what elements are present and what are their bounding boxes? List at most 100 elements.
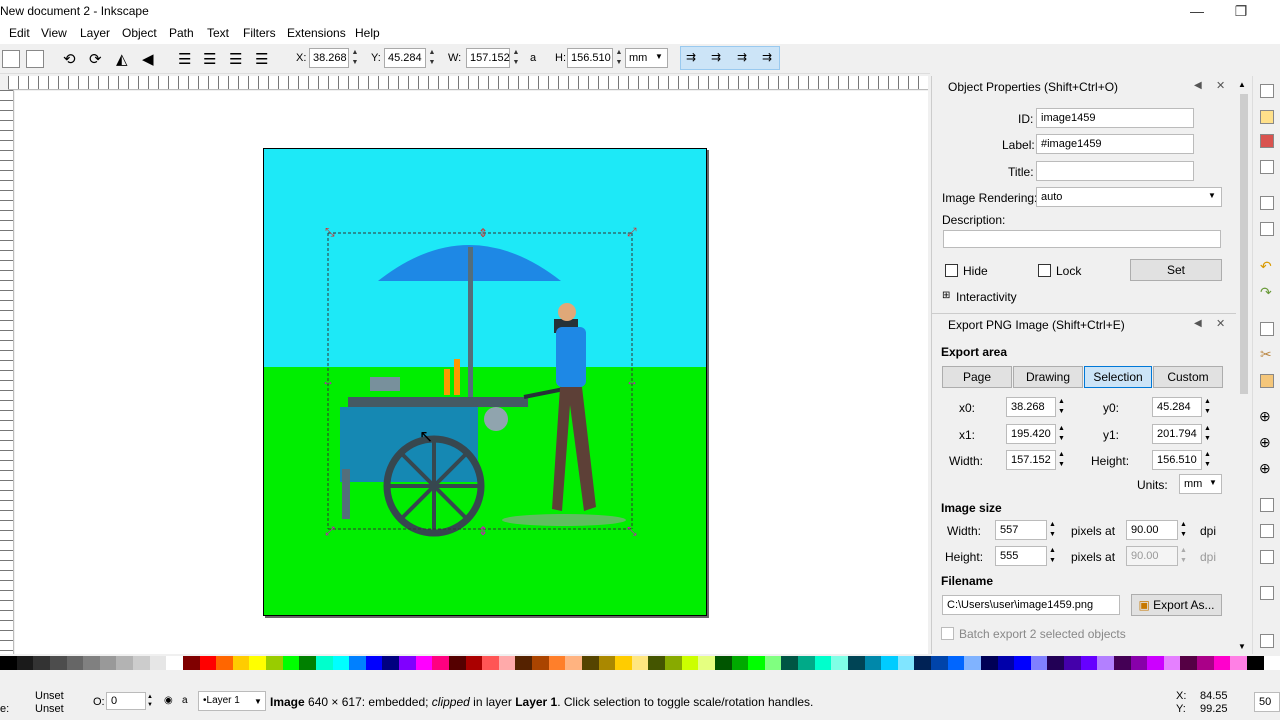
vertical-ruler[interactable] xyxy=(0,90,14,654)
palette-swatch[interactable] xyxy=(532,656,549,670)
menu-edit[interactable]: Edit xyxy=(9,26,30,40)
palette-swatch[interactable] xyxy=(1180,656,1197,670)
save-icon[interactable] xyxy=(1260,134,1274,148)
palette-swatch[interactable] xyxy=(232,656,250,670)
undo-icon[interactable]: ↶ xyxy=(1260,258,1272,275)
palette-swatch[interactable] xyxy=(881,656,898,670)
palette-swatch[interactable] xyxy=(1213,656,1231,670)
height-stepper[interactable]: ▲ ▼ xyxy=(1204,450,1211,470)
redo-icon[interactable]: ↷ xyxy=(1260,284,1272,301)
palette-swatch[interactable] xyxy=(382,656,399,670)
palette-swatch[interactable] xyxy=(1064,656,1081,670)
img-width-stepper[interactable]: ▲ ▼ xyxy=(1049,520,1056,540)
rotate-cw-icon[interactable]: ⟳ xyxy=(89,50,102,68)
x0-input[interactable]: 38.268 xyxy=(1006,397,1056,417)
image-rendering-select[interactable]: auto xyxy=(1036,187,1222,207)
palette-swatch[interactable] xyxy=(764,656,782,670)
interactivity-expander[interactable]: Interactivity xyxy=(956,290,1017,304)
dpi-stepper[interactable]: ▲ ▼ xyxy=(1180,520,1187,540)
scale-corners-icon[interactable]: ⇉ xyxy=(711,50,721,64)
palette-swatch[interactable] xyxy=(598,656,616,670)
palette-swatch[interactable] xyxy=(798,656,815,670)
hide-checkbox[interactable] xyxy=(945,264,958,277)
palette-swatch[interactable] xyxy=(399,656,416,670)
lock-icon[interactable]: a xyxy=(182,695,188,706)
width-input[interactable]: 157.152 xyxy=(1006,450,1056,470)
palette-swatch[interactable] xyxy=(648,656,665,670)
eye-icon[interactable]: ◉ xyxy=(164,695,173,706)
palette-swatch[interactable] xyxy=(216,656,233,670)
palette-swatch[interactable] xyxy=(731,656,749,670)
img-height-stepper[interactable]: ▲ ▼ xyxy=(1049,546,1056,566)
panel-collapse-icon[interactable]: ◀ xyxy=(1194,80,1202,91)
description-field[interactable] xyxy=(943,230,1221,248)
palette-swatch[interactable] xyxy=(515,656,532,670)
palette-swatch[interactable] xyxy=(1047,656,1064,670)
palette-swatch[interactable] xyxy=(631,656,649,670)
y1-input[interactable]: 201.794 xyxy=(1152,424,1202,444)
palette-swatch[interactable] xyxy=(0,656,17,670)
menu-path[interactable]: Path xyxy=(169,26,194,40)
palette-swatch[interactable] xyxy=(482,656,499,670)
scale-stroke-icon[interactable]: ⇉ xyxy=(686,50,696,64)
palette-swatch[interactable] xyxy=(1246,656,1264,670)
palette-swatch[interactable] xyxy=(16,656,34,670)
opacity-input[interactable]: 0 xyxy=(106,692,146,710)
palette-swatch[interactable] xyxy=(33,656,50,670)
palette-swatch[interactable] xyxy=(182,656,200,670)
menu-layer[interactable]: Layer xyxy=(80,26,110,40)
palette-swatch[interactable] xyxy=(116,656,133,670)
palette-swatch[interactable] xyxy=(133,656,150,670)
palette-swatch[interactable] xyxy=(498,656,516,670)
palette-swatch[interactable] xyxy=(1163,656,1181,670)
palette-swatch[interactable] xyxy=(665,656,682,670)
palette-swatch[interactable] xyxy=(83,656,100,670)
palette-swatch[interactable] xyxy=(681,656,699,670)
move-patterns-icon[interactable]: ⇉ xyxy=(762,50,772,64)
palette-swatch[interactable] xyxy=(864,656,882,670)
palette-swatch[interactable] xyxy=(349,656,366,670)
palette-swatch[interactable] xyxy=(49,656,67,670)
export-as-button[interactable]: ▣ Export As... xyxy=(1131,594,1222,616)
menu-text[interactable]: Text xyxy=(207,26,229,40)
scroll-thumb[interactable] xyxy=(1240,94,1248,394)
rotate-ccw-icon[interactable]: ⟲ xyxy=(63,50,76,68)
zoom-input[interactable]: 50 xyxy=(1254,692,1280,712)
unlink-clone-icon[interactable] xyxy=(1260,550,1274,564)
color-palette[interactable] xyxy=(0,656,1280,670)
palette-swatch[interactable] xyxy=(1230,656,1247,670)
palette-swatch[interactable] xyxy=(432,656,449,670)
palette-swatch[interactable] xyxy=(814,656,832,670)
y-input[interactable]: 45.284 xyxy=(384,48,426,68)
page[interactable]: ⤡ ⇕ ⤢ ↔ ↔ ⤢ ⇕ ⤡ xyxy=(263,148,707,616)
palette-swatch[interactable] xyxy=(448,656,466,670)
y1-stepper[interactable]: ▲ ▼ xyxy=(1204,424,1211,444)
maximize-button[interactable]: ❐ xyxy=(1218,0,1264,24)
palette-swatch[interactable] xyxy=(465,656,483,670)
flip-vertical-icon[interactable]: ◀ xyxy=(142,50,154,68)
palette-swatch[interactable] xyxy=(914,656,931,670)
palette-swatch[interactable] xyxy=(299,656,316,670)
palette-swatch[interactable] xyxy=(581,656,599,670)
palette-swatch[interactable] xyxy=(249,656,266,670)
w-input[interactable]: 157.152 xyxy=(466,48,510,68)
open-folder-icon[interactable] xyxy=(1260,110,1274,124)
zoom-drawing-icon[interactable]: ⊕ xyxy=(1259,434,1271,451)
set-button[interactable]: Set xyxy=(1130,259,1222,281)
palette-swatch[interactable] xyxy=(931,656,948,670)
label-field[interactable]: #image1459 xyxy=(1036,134,1194,154)
fill-indicator[interactable]: Unset xyxy=(35,690,64,702)
scroll-up-icon[interactable]: ▲ xyxy=(1238,80,1246,89)
palette-swatch[interactable] xyxy=(199,656,217,670)
palette-swatch[interactable] xyxy=(1197,656,1214,670)
palette-swatch[interactable] xyxy=(1014,656,1031,670)
menu-object[interactable]: Object xyxy=(122,26,157,40)
menu-help[interactable]: Help xyxy=(355,26,380,40)
palette-swatch[interactable] xyxy=(1030,656,1048,670)
zoom-page-icon[interactable]: ⊕ xyxy=(1259,460,1271,477)
print-icon[interactable] xyxy=(1260,160,1274,174)
palette-swatch[interactable] xyxy=(565,656,582,670)
palette-swatch[interactable] xyxy=(266,656,283,670)
palette-swatch[interactable] xyxy=(1147,656,1164,670)
title-field[interactable] xyxy=(1036,161,1194,181)
